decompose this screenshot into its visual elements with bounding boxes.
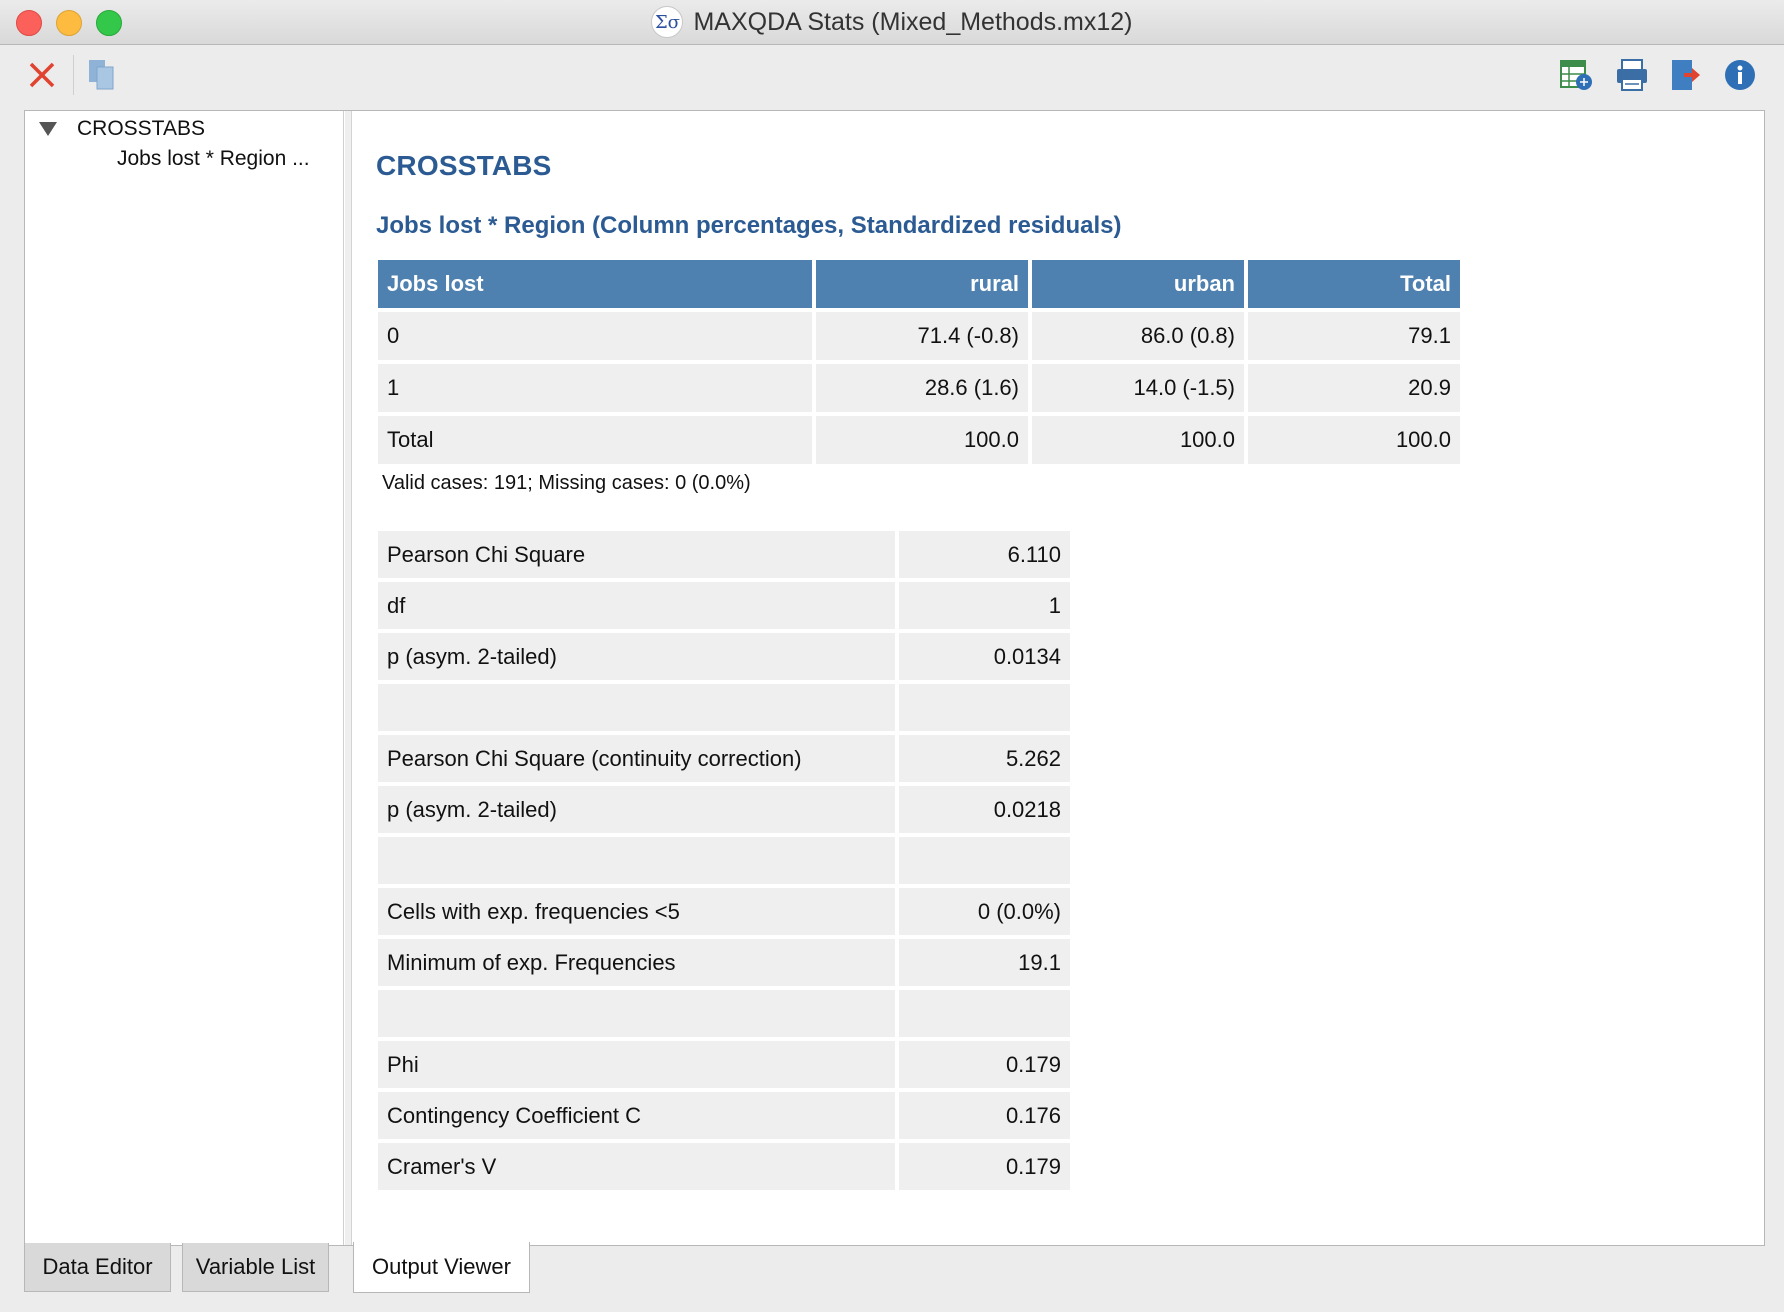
stat-row-empty [378,990,1070,1037]
stat-label [378,684,895,731]
row-label: 1 [378,364,812,412]
splitter-handle[interactable] [345,111,352,1245]
table-cell: 79.1 [1248,312,1460,360]
stat-value [899,684,1070,731]
stat-row: Contingency Coefficient C 0.176 [378,1092,1070,1139]
valid-cases-note: Valid cases: 191; Missing cases: 0 (0.0%… [382,472,751,494]
tree-root-label: CROSSTABS [77,117,205,140]
close-icon [29,62,55,88]
app-icon-glyph: Σσ [654,11,680,33]
output-heading: CROSSTABS [376,150,552,181]
stat-value [899,837,1070,884]
stat-value: 1 [899,582,1070,629]
stat-row: p (asym. 2-tailed) 0.0218 [378,786,1070,833]
stat-row: Cells with exp. frequencies <5 0 (0.0%) [378,888,1070,935]
print-icon [1617,59,1647,91]
statistics-table: Pearson Chi Square 6.110 df 1 p (asym. 2-t… [374,527,1074,1194]
crosstab-table: Jobs lost rural urban Total 0 71.4 (-0.8… [374,256,1464,468]
stat-label: Cramer's V [378,1143,895,1190]
stat-label [378,990,895,1037]
table-row: Total 100.0 100.0 100.0 [378,416,1460,464]
tab-output-viewer[interactable]: Output Viewer [353,1242,530,1293]
stat-label: p (asym. 2-tailed) [378,786,895,833]
copy-button[interactable] [82,55,122,95]
table-cell: 86.0 (0.8) [1032,312,1244,360]
stat-value [899,990,1070,1037]
stat-value: 19.1 [899,939,1070,986]
stat-label: Pearson Chi Square [378,531,895,578]
column-header-total: Total [1248,260,1460,308]
table-cell: 100.0 [1032,416,1244,464]
column-header-rural: rural [816,260,1028,308]
disclosure-triangle-icon[interactable] [39,122,57,136]
stat-value: 0.179 [899,1143,1070,1190]
stat-row-empty [378,684,1070,731]
close-output-button[interactable] [22,55,62,95]
title-area: Σσ MAXQDA Stats (Mixed_Methods.mx12) [0,0,1784,44]
crosstab-header-row: Jobs lost rural urban Total [378,260,1460,308]
table-row: 0 71.4 (-0.8) 86.0 (0.8) 79.1 [378,312,1460,360]
title-bar: Σσ MAXQDA Stats (Mixed_Methods.mx12) [0,0,1784,45]
row-label: Total [378,416,812,464]
toolbar-separator [73,55,74,95]
stat-value: 5.262 [899,735,1070,782]
info-icon [1725,60,1755,90]
excel-export-icon [1560,60,1592,90]
stat-label [378,837,895,884]
stat-value: 0.0218 [899,786,1070,833]
window-title: MAXQDA Stats (Mixed_Methods.mx12) [693,7,1133,36]
stat-label: Cells with exp. frequencies <5 [378,888,895,935]
output-tree: CROSSTABS Jobs lost * Region ... [25,111,344,1245]
app-icon: Σσ [651,6,684,38]
stat-label: df [378,582,895,629]
stat-value: 0.179 [899,1041,1070,1088]
stat-label: Contingency Coefficient C [378,1092,895,1139]
stat-label: p (asym. 2-tailed) [378,633,895,680]
excel-export-button[interactable] [1556,55,1596,95]
table-cell: 71.4 (-0.8) [816,312,1028,360]
copy-icon [89,60,114,90]
tree-item-jobs-lost-region[interactable]: Jobs lost * Region ... [117,147,310,171]
stat-row: Phi 0.179 [378,1041,1070,1088]
stat-row: Minimum of exp. Frequencies 19.1 [378,939,1070,986]
stat-label: Pearson Chi Square (continuity correctio… [378,735,895,782]
stat-row: p (asym. 2-tailed) 0.0134 [378,633,1070,680]
stat-value: 0.176 [899,1092,1070,1139]
stat-row-empty [378,837,1070,884]
export-button[interactable] [1666,55,1706,95]
print-button[interactable] [1612,55,1652,95]
stat-row: df 1 [378,582,1070,629]
table-cell: 100.0 [816,416,1028,464]
stat-row: Cramer's V 0.179 [378,1143,1070,1190]
info-button[interactable] [1720,55,1760,95]
table-cell: 14.0 (-1.5) [1032,364,1244,412]
export-icon [1672,60,1700,90]
table-cell: 100.0 [1248,416,1460,464]
tree-root-crosstabs[interactable]: CROSSTABS [39,117,205,141]
stat-label: Phi [378,1041,895,1088]
stat-label: Minimum of exp. Frequencies [378,939,895,986]
tab-variable-list[interactable]: Variable List [182,1243,329,1292]
column-header-urban: urban [1032,260,1244,308]
table-cell: 28.6 (1.6) [816,364,1028,412]
output-subheading: Jobs lost * Region (Column percentages, … [376,212,1122,239]
stat-row: Pearson Chi Square (continuity correctio… [378,735,1070,782]
stat-row: Pearson Chi Square 6.110 [378,531,1070,578]
toolbar [0,45,1784,110]
stat-value: 0.0134 [899,633,1070,680]
row-label: 0 [378,312,812,360]
table-row: 1 28.6 (1.6) 14.0 (-1.5) 20.9 [378,364,1460,412]
stat-value: 6.110 [899,531,1070,578]
tab-data-editor[interactable]: Data Editor [24,1243,171,1292]
table-cell: 20.9 [1248,364,1460,412]
stat-value: 0 (0.0%) [899,888,1070,935]
column-header-jobs-lost: Jobs lost [378,260,812,308]
